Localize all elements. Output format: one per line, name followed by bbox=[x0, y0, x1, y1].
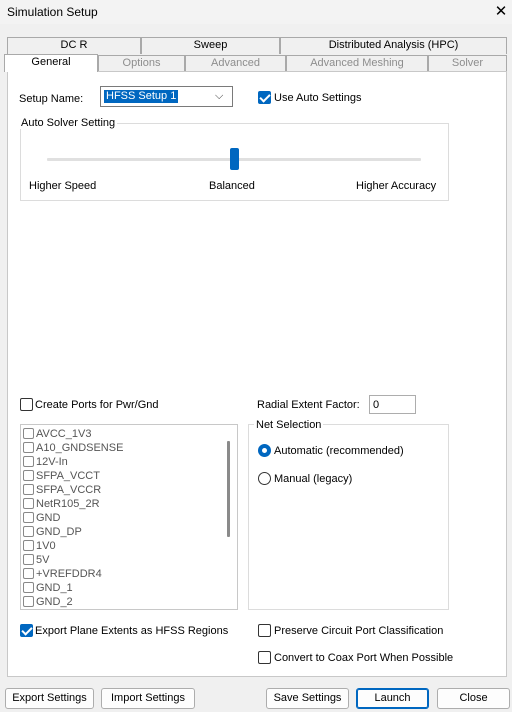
radio-manual[interactable] bbox=[258, 472, 271, 485]
tab-label: Sweep bbox=[193, 39, 228, 51]
general-panel: Setup Name: HFSS Setup 1 ⌵ Use Auto Sett… bbox=[7, 71, 507, 677]
net-name: GND_DP bbox=[36, 526, 82, 538]
coax-port-checkbox[interactable] bbox=[258, 651, 271, 664]
net-name: NetR105_2R bbox=[36, 498, 100, 510]
coax-port-label: Convert to Coax Port When Possible bbox=[274, 652, 454, 664]
export-plane-checkbox[interactable] bbox=[20, 624, 33, 637]
use-auto-settings-checkbox[interactable] bbox=[258, 91, 271, 104]
export-settings-button[interactable]: Export Settings bbox=[5, 688, 94, 709]
radial-extent-label: Radial Extent Factor: bbox=[257, 399, 360, 411]
net-checkbox[interactable] bbox=[23, 554, 34, 565]
net-checkbox[interactable] bbox=[23, 512, 34, 523]
preserve-port-label: Preserve Circuit Port Classification bbox=[274, 625, 444, 637]
export-plane-label: Export Plane Extents as HFSS Regions bbox=[35, 625, 229, 637]
net-checkbox[interactable] bbox=[23, 568, 34, 579]
net-name: A10_GNDSENSE bbox=[36, 442, 124, 454]
net-name: AVCC_1V3 bbox=[36, 428, 92, 440]
tab-general[interactable]: General bbox=[4, 54, 98, 72]
slider-label-higher-accuracy: Higher Accuracy bbox=[356, 180, 437, 192]
net-list[interactable]: AVCC_1V3 A10_GNDSENSE 12V-In SFPA_VCCT SFPA_… bbox=[20, 424, 238, 610]
net-name: +VREFDDR4 bbox=[36, 568, 102, 580]
net-name: SFPA_VCCR bbox=[36, 484, 102, 496]
tab-label: DC R bbox=[60, 39, 88, 51]
tab-label: General bbox=[31, 56, 71, 68]
slider-thumb[interactable] bbox=[229, 148, 239, 170]
radio-automatic[interactable] bbox=[258, 444, 271, 457]
net-checkbox[interactable] bbox=[23, 442, 34, 453]
net-name: GND_1 bbox=[36, 582, 73, 594]
net-name: 1V0 bbox=[36, 540, 56, 552]
radial-extent-input[interactable] bbox=[369, 395, 416, 414]
net-name: GND bbox=[36, 512, 61, 524]
save-settings-button[interactable]: Save Settings bbox=[266, 688, 349, 709]
radio-automatic-label: Automatic (recommended) bbox=[274, 445, 404, 457]
use-auto-settings-label: Use Auto Settings bbox=[274, 92, 362, 104]
tab-label: Advanced bbox=[211, 57, 260, 69]
setup-name-label: Setup Name: bbox=[19, 93, 84, 105]
radio-manual-label: Manual (legacy) bbox=[274, 473, 353, 485]
net-checkbox[interactable] bbox=[23, 498, 34, 509]
tab-solver[interactable]: Solver bbox=[428, 55, 507, 72]
tab-sweep[interactable]: Sweep bbox=[141, 37, 280, 54]
create-ports-label: Create Ports for Pwr/Gnd bbox=[35, 399, 159, 411]
net-checkbox[interactable] bbox=[23, 470, 34, 481]
setup-name-value: HFSS Setup 1 bbox=[104, 90, 179, 103]
net-name: 5V bbox=[36, 554, 50, 566]
net-checkbox[interactable] bbox=[23, 484, 34, 495]
tab-options[interactable]: Options bbox=[98, 55, 185, 72]
tab-label: Advanced Meshing bbox=[310, 57, 404, 69]
preserve-port-checkbox[interactable] bbox=[258, 624, 271, 637]
tab-dc-r[interactable]: DC R bbox=[7, 37, 141, 54]
net-checkbox[interactable] bbox=[23, 428, 34, 439]
net-list-scrollbar[interactable] bbox=[227, 441, 230, 537]
close-button[interactable]: Close bbox=[437, 688, 510, 709]
tab-label: Distributed Analysis (HPC) bbox=[328, 39, 459, 51]
net-selection-group: Net Selection Automatic (recommended) Ma… bbox=[248, 419, 449, 610]
launch-button[interactable]: Launch bbox=[356, 688, 429, 709]
net-checkbox[interactable] bbox=[23, 526, 34, 537]
window-title: Simulation Setup bbox=[7, 5, 98, 19]
tab-label: Solver bbox=[451, 57, 484, 69]
net-name: GND_2 bbox=[36, 596, 73, 608]
tab-advanced-meshing[interactable]: Advanced Meshing bbox=[286, 55, 428, 72]
create-ports-checkbox[interactable] bbox=[20, 398, 33, 411]
slider-label-balanced: Balanced bbox=[209, 180, 255, 192]
net-checkbox[interactable] bbox=[23, 456, 34, 467]
auto-solver-group: Auto Solver Setting Higher Speed Balance… bbox=[19, 117, 449, 201]
net-selection-title: Net Selection bbox=[254, 419, 324, 431]
auto-solver-title: Auto Solver Setting bbox=[19, 117, 118, 129]
close-icon[interactable]: ✕ bbox=[490, 1, 512, 23]
net-checkbox[interactable] bbox=[23, 596, 34, 607]
tab-advanced[interactable]: Advanced bbox=[185, 55, 286, 72]
setup-name-combobox[interactable]: HFSS Setup 1 ⌵ bbox=[100, 86, 233, 107]
net-checkbox[interactable] bbox=[23, 540, 34, 551]
chevron-down-icon: ⌵ bbox=[215, 90, 224, 102]
net-list-items: AVCC_1V3 A10_GNDSENSE 12V-In SFPA_VCCT SFPA_… bbox=[21, 425, 221, 609]
tab-label: Options bbox=[122, 57, 161, 69]
tab-distributed-analysis[interactable]: Distributed Analysis (HPC) bbox=[280, 37, 507, 54]
net-name: 12V-In bbox=[36, 456, 68, 468]
net-checkbox[interactable] bbox=[23, 582, 34, 593]
import-settings-button[interactable]: Import Settings bbox=[101, 688, 195, 709]
title-bar: Simulation Setup ✕ bbox=[0, 0, 512, 24]
net-name: SFPA_VCCT bbox=[36, 470, 100, 482]
slider-label-higher-speed: Higher Speed bbox=[29, 180, 97, 192]
